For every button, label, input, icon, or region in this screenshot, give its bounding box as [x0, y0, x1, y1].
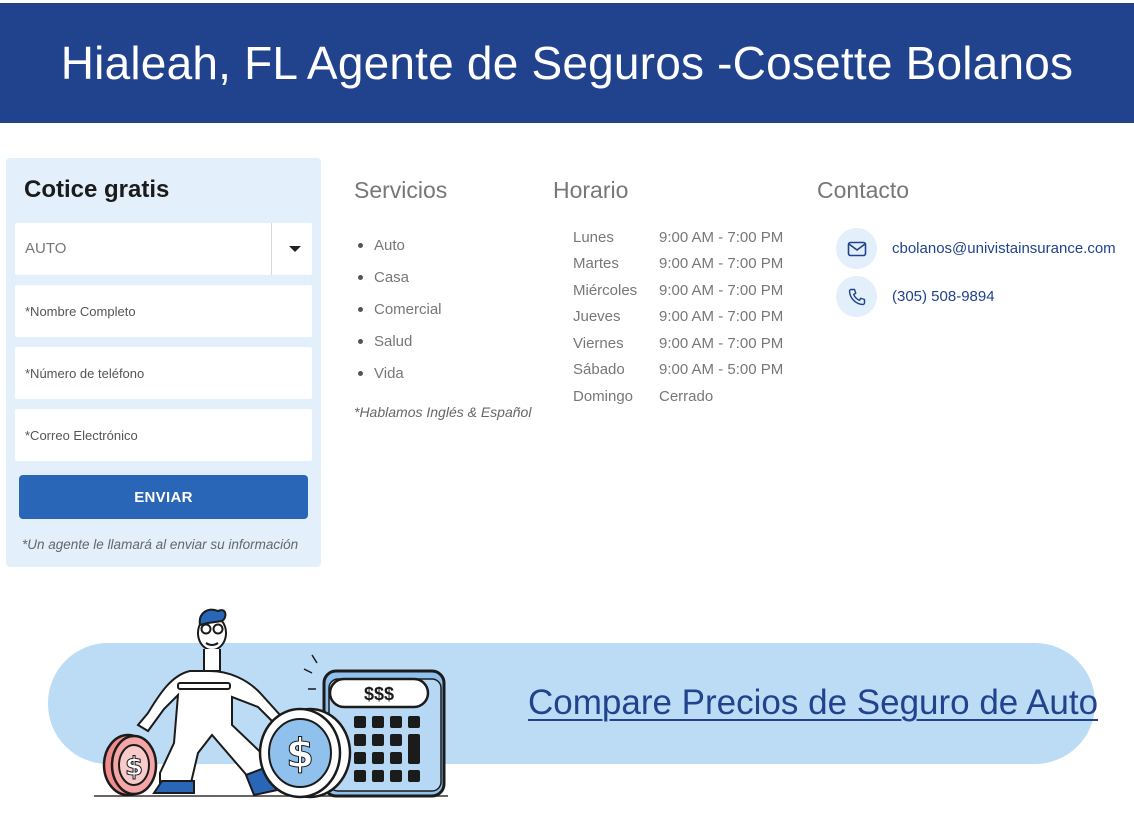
day-label: Martes [573, 255, 619, 273]
list-item: Comercial [354, 293, 442, 325]
service-label: Comercial [374, 300, 442, 318]
full-name-field[interactable] [15, 285, 312, 337]
quote-form-note: *Un agente le llamará al enviar su infor… [22, 537, 299, 552]
time-label: 9:00 AM - 7:00 PM [659, 308, 784, 326]
blue-coin-icon: $ [258, 707, 352, 799]
services-list: Auto Casa Comercial Salud Vida [354, 229, 442, 389]
person-with-coins-illustration: $$$ $ $ [94, 608, 448, 799]
bullet-icon [358, 338, 363, 344]
insurance-type-select[interactable]: AUTO [15, 223, 312, 275]
contact-phone-link[interactable]: (305) 508-9894 [892, 288, 995, 305]
time-label: 9:00 AM - 7:00 PM [659, 334, 784, 352]
phone-icon [836, 276, 877, 317]
select-divider [271, 223, 272, 275]
submit-button[interactable]: ENVIAR [19, 475, 308, 519]
list-item: Auto [354, 229, 442, 261]
quote-form-title: Cotice gratis [24, 176, 170, 203]
hours-row: Martes 9:00 AM - 7:00 PM [573, 251, 783, 278]
page-title: Hialeah, FL Agente de Seguros -Cosette B… [60, 37, 1074, 89]
service-label: Salud [374, 332, 413, 350]
calculator-display: $$$ [364, 684, 394, 704]
day-label: Domingo [573, 387, 634, 405]
insurance-type-value: AUTO [25, 240, 67, 257]
day-label: Viernes [573, 334, 624, 352]
bullet-icon [358, 274, 363, 280]
day-label: Jueves [573, 308, 621, 326]
time-label: 9:00 AM - 7:00 PM [659, 281, 784, 299]
page-header: Hialeah, FL Agente de Seguros -Cosette B… [0, 3, 1134, 123]
contact-email-link[interactable]: cbolanos@univistainsurance.com [892, 240, 1116, 257]
time-label: 9:00 AM - 7:00 PM [659, 228, 784, 246]
hours-row: Sábado 9:00 AM - 5:00 PM [573, 357, 783, 384]
contact-title: Contacto [817, 177, 910, 203]
service-label: Auto [374, 236, 405, 254]
time-label: Cerrado [659, 387, 714, 405]
list-item: Vida [354, 357, 442, 389]
bullet-icon [358, 306, 363, 312]
hours-row: Miércoles 9:00 AM - 7:00 PM [573, 277, 783, 304]
hours-title: Horario [553, 177, 629, 203]
bullet-icon [358, 242, 363, 248]
hours-row: Jueves 9:00 AM - 7:00 PM [573, 304, 783, 331]
envelope-icon [836, 228, 877, 269]
list-item: Casa [354, 261, 442, 293]
quote-form: Cotice gratis AUTO ENVIAR *Un agente le … [6, 158, 321, 567]
hours-table: Lunes 9:00 AM - 7:00 PM Martes 9:00 AM - 7… [573, 224, 783, 410]
email-field[interactable] [15, 409, 312, 461]
person-figure [136, 608, 284, 797]
bullet-icon [358, 370, 363, 376]
email-field-wrapper [15, 409, 312, 461]
day-label: Sábado [573, 361, 625, 379]
languages-note: *Hablamos Inglés & Español [354, 404, 532, 420]
caret-down-icon[interactable] [280, 235, 310, 263]
red-coin-icon: $ [102, 733, 158, 797]
contact-email-row[interactable]: cbolanos@univistainsurance.com [836, 228, 1116, 269]
service-label: Vida [374, 364, 404, 382]
day-label: Lunes [573, 228, 614, 246]
hours-row: Lunes 9:00 AM - 7:00 PM [573, 224, 783, 251]
list-item: Salud [354, 325, 442, 357]
phone-field[interactable] [15, 347, 312, 399]
services-title: Servicios [354, 177, 448, 203]
service-label: Casa [374, 268, 410, 286]
coin-symbol: $ [286, 731, 314, 777]
day-label: Miércoles [573, 281, 638, 299]
hours-row: Viernes 9:00 AM - 7:00 PM [573, 330, 783, 357]
phone-field-wrapper [15, 347, 312, 399]
full-name-field-wrapper [15, 285, 312, 337]
time-label: 9:00 AM - 5:00 PM [659, 361, 784, 379]
compare-prices-link[interactable]: Compare Precios de Seguro de Auto [528, 683, 1098, 723]
contact-phone-row[interactable]: (305) 508-9894 [836, 276, 995, 317]
coin-symbol: $ [125, 752, 143, 782]
time-label: 9:00 AM - 7:00 PM [659, 255, 784, 273]
hours-row: Domingo Cerrado [573, 383, 783, 410]
